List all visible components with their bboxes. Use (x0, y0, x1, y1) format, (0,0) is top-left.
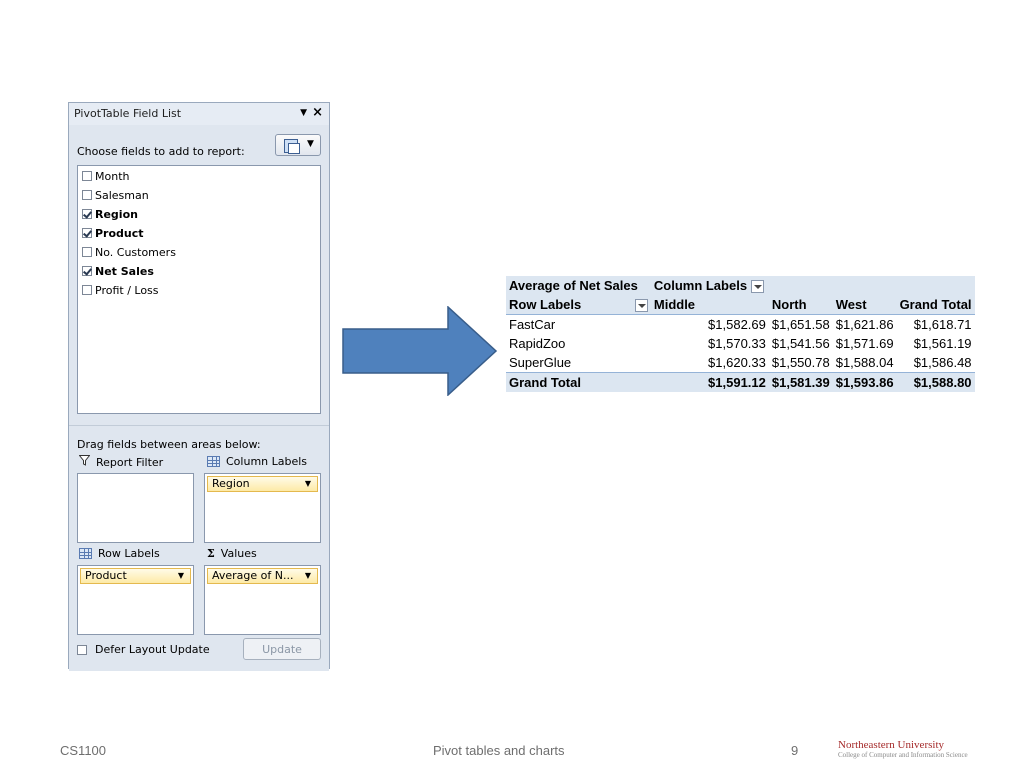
panel-title: PivotTable Field List (74, 107, 182, 120)
pivot-column-header-row: Row Labels Middle North West Grand Total (506, 295, 975, 315)
row-label: RapidZoo (509, 336, 566, 351)
cell: $1,618.71 (913, 317, 972, 332)
footer-page-number: 9 (791, 743, 799, 758)
column-labels-header: Column Labels (650, 276, 975, 295)
table-row: SuperGlue $1,620.33 $1,550.78 $1,588.04 … (506, 353, 975, 373)
column-filter-dropdown-icon[interactable] (751, 280, 765, 294)
choose-fields-label: Choose fields to add to report: (77, 145, 245, 158)
row-label: SuperGlue (509, 355, 572, 370)
table-row: RapidZoo $1,570.33 $1,541.56 $1,571.69 $… (506, 334, 975, 353)
defer-checkbox[interactable] (77, 644, 87, 655)
filter-icon (78, 455, 91, 469)
region-chip[interactable]: Region ▼ (207, 476, 318, 492)
field-label: Net Sales (95, 264, 154, 278)
average-net-sales-chip[interactable]: Average of N... ▼ (207, 568, 318, 584)
column-header-north: North (768, 295, 833, 315)
cell: $1,593.86 (832, 372, 897, 392)
footer-topic: Pivot tables and charts (433, 743, 565, 758)
values-label: Σ Values (207, 547, 257, 560)
field-label: Product (95, 226, 144, 240)
row-label: FastCar (509, 317, 556, 332)
column-header-grand-total: Grand Total (896, 295, 975, 315)
cell: $1,570.33 (708, 336, 766, 351)
checkbox-no-customers[interactable] (82, 247, 92, 257)
product-chip[interactable]: Product ▼ (80, 568, 191, 584)
grand-total-row: Grand Total $1,591.12 $1,581.39 $1,593.8… (506, 372, 975, 392)
column-header-west: West (832, 295, 897, 315)
cell: $1,588.80 (896, 372, 975, 392)
checkbox-region[interactable] (82, 209, 92, 219)
college-name: College of Computer and Information Scie… (838, 751, 968, 759)
report-filter-area[interactable] (77, 473, 194, 543)
chevron-down-icon[interactable]: ▼ (305, 477, 311, 491)
column-labels-label: Column Labels (207, 455, 307, 468)
cell: $1,541.56 (771, 336, 830, 351)
right-arrow-icon (342, 306, 498, 396)
row-labels-area[interactable]: Product ▼ (77, 565, 194, 635)
checkbox-net-sales[interactable] (82, 266, 92, 276)
panel-menu-dropdown-icon[interactable]: ▼ (300, 108, 307, 118)
chevron-down-icon[interactable]: ▼ (305, 569, 311, 583)
update-button[interactable]: Update (243, 638, 321, 660)
field-label: Region (95, 207, 138, 221)
university-name: Northeastern University (838, 739, 944, 751)
field-label: Profit / Loss (95, 283, 159, 297)
checkbox-profit-loss[interactable] (82, 285, 92, 295)
checkbox-product[interactable] (82, 228, 92, 238)
row-labels-header: Row Labels (506, 295, 651, 315)
pivot-field-list-panel: PivotTable Field List ▼ × Choose fields … (68, 102, 330, 671)
sigma-icon: Σ (207, 547, 215, 560)
field-net-sales[interactable]: Net Sales (82, 263, 154, 279)
table-row: FastCar $1,582.69 $1,651.58 $1,621.86 $1… (506, 315, 975, 335)
field-label: No. Customers (95, 245, 176, 259)
field-month[interactable]: Month (82, 168, 129, 184)
checkbox-salesman[interactable] (82, 190, 92, 200)
chevron-down-icon: ▼ (307, 139, 314, 149)
column-header-middle: Middle (650, 295, 769, 315)
cell: $1,591.12 (650, 372, 769, 392)
row-grid-icon (79, 548, 92, 559)
pivot-header-row: Average of Net Sales Column Labels (506, 276, 975, 295)
chevron-down-icon[interactable]: ▼ (178, 569, 184, 583)
cell: $1,550.78 (771, 355, 830, 370)
drag-fields-label: Drag fields between areas below: (77, 438, 261, 451)
column-labels-area[interactable]: Region ▼ (204, 473, 321, 543)
checkbox-month[interactable] (82, 171, 92, 181)
cell: $1,651.58 (771, 317, 830, 332)
close-icon[interactable]: × (312, 105, 323, 120)
panel-title-bar: PivotTable Field List ▼ × (69, 103, 329, 125)
field-label: Salesman (95, 188, 149, 202)
field-layout-button[interactable]: ▼ (275, 134, 321, 156)
cell: $1,586.48 (913, 355, 972, 370)
field-region[interactable]: Region (82, 206, 138, 222)
defer-layout-update[interactable]: Defer Layout Update (77, 643, 210, 656)
cell: $1,620.33 (708, 355, 766, 370)
cell: $1,561.19 (913, 336, 972, 351)
values-area[interactable]: Average of N... ▼ (204, 565, 321, 635)
cell: $1,581.39 (768, 372, 833, 392)
layout-icon-overlay (288, 143, 300, 154)
footer-course: CS1100 (60, 743, 107, 758)
field-label: Month (95, 169, 130, 183)
row-label: Grand Total (506, 372, 651, 392)
areas-section: Drag fields between areas below: Report … (69, 425, 329, 671)
cell: $1,588.04 (835, 355, 894, 370)
report-filter-label: Report Filter (78, 455, 163, 469)
field-product[interactable]: Product (82, 225, 144, 241)
cell: $1,621.86 (835, 317, 894, 332)
field-list-box: Month Salesman Region Product No. Custom… (77, 165, 321, 414)
column-grid-icon (207, 456, 220, 467)
cell: $1,582.69 (708, 317, 766, 332)
pivot-table: Average of Net Sales Column Labels Row L… (506, 276, 975, 392)
row-filter-dropdown-icon[interactable] (634, 299, 648, 313)
northeastern-logo: Northeastern University College of Compu… (838, 739, 968, 760)
field-profit-loss[interactable]: Profit / Loss (82, 282, 159, 298)
field-salesman[interactable]: Salesman (82, 187, 149, 203)
row-labels-label: Row Labels (79, 547, 160, 560)
field-no-customers[interactable]: No. Customers (82, 244, 176, 260)
cell: $1,571.69 (835, 336, 894, 351)
pivot-corner-label: Average of Net Sales (506, 276, 651, 295)
